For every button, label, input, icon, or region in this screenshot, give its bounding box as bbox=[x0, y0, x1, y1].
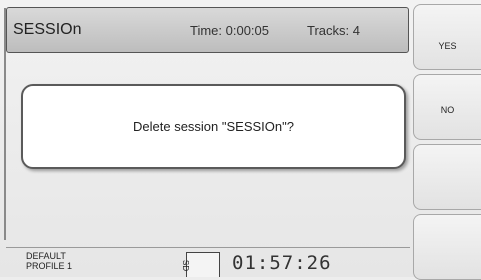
yes-softkey-label: YES bbox=[438, 41, 457, 51]
profile-line-1: DEFAULT bbox=[26, 251, 66, 261]
delete-confirm-dialog: Delete session "SESSIOn"? bbox=[21, 84, 406, 169]
media-indicator-label: SD bbox=[181, 260, 190, 272]
media-indicator: SD bbox=[181, 252, 220, 277]
yes-softkey[interactable]: YES bbox=[413, 4, 481, 70]
profile-line-2: PROFILE 1 bbox=[26, 261, 73, 271]
softkey-column: YES NO bbox=[413, 4, 481, 280]
profile-name: DEFAULT PROFILE 1 bbox=[26, 251, 72, 271]
time-counter: 01:57:26 bbox=[232, 252, 332, 274]
session-name: SESSIOn bbox=[13, 21, 82, 38]
blank-softkey-3[interactable] bbox=[413, 144, 481, 210]
session-header: SESSIOn Time: 0:00:05 Tracks: 4 bbox=[6, 7, 409, 53]
no-softkey-label: NO bbox=[440, 105, 455, 115]
blank-softkey-4[interactable] bbox=[413, 214, 481, 280]
footer-divider bbox=[6, 247, 410, 248]
device-screen: SESSIOn Time: 0:00:05 Tracks: 4 YES NO D… bbox=[0, 0, 481, 280]
dialog-message: Delete session "SESSIOn"? bbox=[133, 119, 294, 134]
session-time: Time: 0:00:05 bbox=[190, 23, 270, 38]
track-count: Tracks: 4 bbox=[307, 23, 360, 38]
no-softkey[interactable]: NO bbox=[413, 74, 481, 140]
